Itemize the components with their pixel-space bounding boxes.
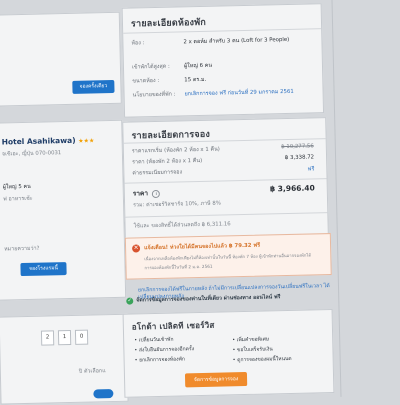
benefit-item: • ยกเลิกการจองห้องพัก [134,356,185,364]
alert-icon: ✕ [131,244,141,253]
max-occupancy-label: เข้าพักได้สูงสุด : [131,63,170,71]
toggle-switch[interactable] [93,389,114,399]
check-icon: ✓ [126,297,134,305]
manage-booking-button[interactable]: จัดการข้อมูลการจอง [184,371,248,388]
hotel-info-card: Hotel Asahikawa) ★★★ จเซิเอะ, ญี่ปุ่น 07… [0,119,127,301]
room-type-label: ห้อง : [131,40,145,47]
booking-fee-label: ค่าธรรมเนียมการจอง [132,169,183,177]
digit-box[interactable]: 0 [74,329,89,345]
benefit-item: • เพิ่มคำขอพิเศษ [232,336,270,344]
question-text: หมายความว่า? [4,245,40,253]
self-service-card: อโกด้า เปลิดที เซอร์วิส • เปลี่ยนวันเข้า… [122,309,335,398]
room-size-value: 15 ตร.ม. [184,76,207,84]
total-value: ฿ 3,966.40 [269,183,315,194]
guest-count: ผู้ใหญ่ 5 คน [2,183,31,191]
points-note: ใช้และ ของสิทธิ์ได้ส่วนลดถึง ฿ 6,311.16 [133,221,231,230]
benefit-item: • ขอใบเสร็จรับเงิน [232,346,273,354]
continue-booking-button[interactable]: จองโรงแรมนี้ [20,262,67,277]
hotel-summary-card-top: จองครั้งเดียว [0,11,122,107]
room-price-label: ราคา (ห้องพัก 2 ห้อง x 1 คืน) [132,157,203,166]
benefit-item: • ดูการจองของผมนี้ใหนนด [232,355,292,364]
room-details-card: รายละเอียดห้องพัก ห้อง : 2 x ดอห์ม สำหรั… [121,3,325,118]
benefit-item: • ส่งใบยืนยันการจองอีกครั้ง [134,346,195,354]
self-service-title: อโกด้า เปลิดที เซอร์วิส [131,320,215,332]
room-details-title: รายละเอียดห้องพัก [130,17,207,30]
alert-headline: แจ้งเตือน! ห่วงใยได้มีคนจองไปแล้ว ฿ 79.3… [144,242,261,252]
digit-box[interactable]: 1 [57,329,72,346]
total-label: ราคา i [133,188,161,199]
urgency-alert: ✕ แจ้งเตือน! ห่วงใยได้มีคนจองไปแล้ว ฿ 79… [124,233,332,280]
booking-fee-value: ฟรี [307,166,315,173]
room-price-value: ฿ 3,338.72 [284,154,315,162]
hotel-name: Hotel Asahikawa) ★★★ [1,135,95,147]
room-size-label: ขนาดห้อง : [132,77,160,85]
alert-line-1: เนื่องจากเหลือห้องพักเพียงไม่กี่ห้องเท่า… [144,252,312,262]
tax-note: รวม: ค่าเซอร์วิสชาร์จ 10%, ภาษี 8% [133,200,222,209]
digit-box[interactable]: 2 [40,330,55,346]
book-once-button[interactable]: จองครั้งเดียว [72,79,115,94]
info-icon[interactable]: i [152,189,161,199]
max-occupancy-value: ผู้ใหญ่ 6 คน [183,62,213,70]
benefit-item: • เปลี่ยนวันเข้าพัก [134,336,174,344]
option-label: ปิ ตัวเลือกแ [78,368,106,375]
digits-card: 2 1 0 ปิ ตัวเลือกแ [0,313,129,405]
original-price-label: ราคาแรกเริ่ม (ห้องพัก 2 ห้อง x 1 คืน) [131,146,220,155]
hotel-address: จเซิเอะ, ญี่ปุ่น 070-0031 [1,150,62,158]
original-price-value: ฿ 10,277.56 [281,143,314,151]
room-type-value: 2 x ดอห์ม สำหรับ 3 คน (Loft for 3 People… [183,36,290,46]
alert-line-2: การจองห้องพักนี้ในวันที่ 2 ม.ค. 2561 [144,263,213,271]
booking-details-card: รายละเอียดการจอง ราคาแรกเริ่ม (ห้องพัก 2… [122,117,329,240]
star-rating-icon: ★★★ [78,137,95,145]
amenity-label: ฟ อาหารเช้ะ [2,195,33,203]
page-container: จองครั้งเดียว Hotel Asahikawa) ★★★ จเซิเ… [0,0,400,405]
policy-label: นโยบายของที่พัก : [132,91,176,99]
policy-value-link[interactable]: ยกเลิกการจอง ฟรี ก่อนวันที่ 29 มกราคม 25… [185,87,317,99]
